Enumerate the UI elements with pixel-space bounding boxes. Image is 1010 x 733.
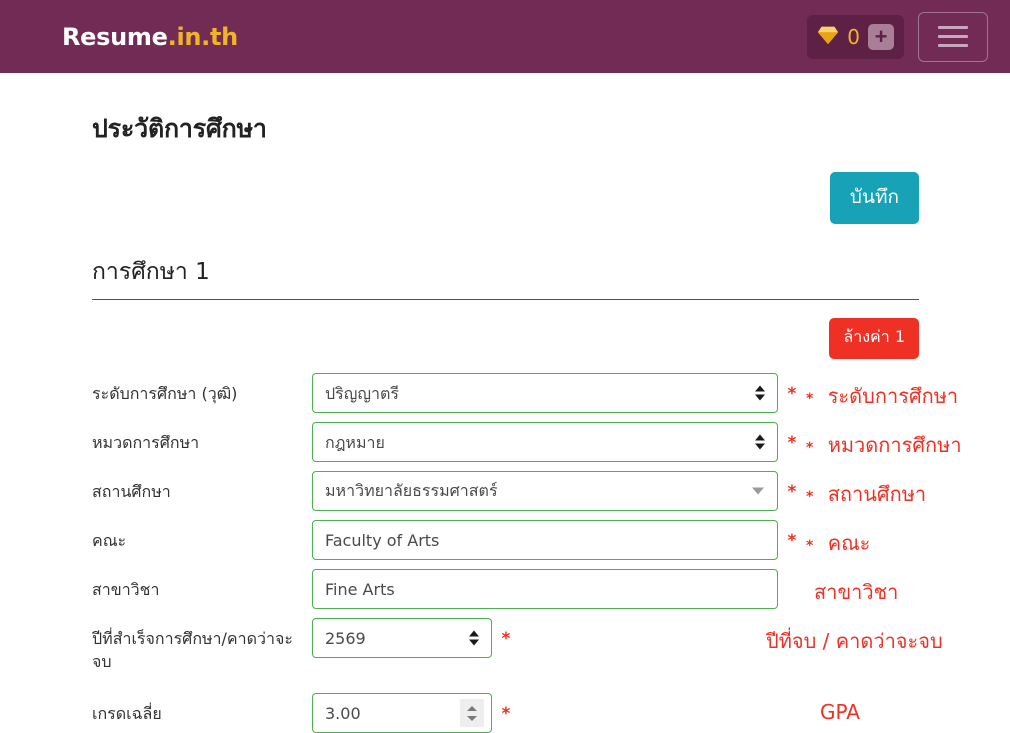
form-row-education-category: หมวดการศึกษา กฎหมาย * * หมวดการศึกษา — [92, 422, 1010, 462]
required-marker-graduation-year: * — [501, 629, 511, 649]
save-button-row: บันทึก — [92, 172, 919, 224]
form-row-education-level: ระดับการศึกษา (วุฒิ) ปริญญาตรี * * ระดับ… — [92, 373, 1010, 413]
institution-select[interactable] — [312, 471, 778, 511]
gem-icon — [817, 24, 839, 50]
annotation-major: สาขาวิชา — [806, 569, 898, 608]
clear-form-button[interactable]: ล้างค่า 1 — [829, 318, 919, 359]
brand-logo[interactable]: Resume.in.th — [62, 23, 238, 51]
page-title: ประวัติการศึกษา — [92, 114, 267, 143]
plus-icon: + — [874, 23, 888, 49]
annotation-graduation-year: ปีที่จบ / คาดว่าจะจบ — [766, 618, 943, 657]
faculty-input[interactable] — [312, 520, 778, 560]
credit-count: 0 — [847, 24, 860, 49]
annotation-education-category: * หมวดการศึกษา — [806, 422, 962, 461]
navbar-right-group: 0 + — [807, 11, 988, 62]
form-row-graduation-year: ปีที่สำเร็จการศึกษา/คาดว่าจะจบ 2569 * ปี… — [92, 618, 1010, 673]
brand-name: Resume — [62, 22, 168, 51]
hamburger-icon-line-3 — [938, 44, 968, 47]
field-graduation-year: 2569 — [312, 618, 492, 658]
annotation-education-level: * ระดับการศึกษา — [806, 373, 958, 412]
major-input[interactable] — [312, 569, 778, 609]
annotation-text-major: สาขาวิชา — [814, 580, 899, 604]
form-row-major: สาขาวิชา สาขาวิชา — [92, 569, 1010, 609]
required-marker-gpa: * — [501, 704, 511, 725]
field-education-category: กฎหมาย — [312, 422, 778, 462]
annotation-star-education-level: * — [806, 391, 814, 407]
annotation-gpa: GPA — [820, 693, 860, 724]
annotation-text-gpa: GPA — [820, 700, 860, 725]
annotation-star-education-category: * — [806, 440, 814, 456]
annotation-text-faculty: คณะ — [827, 531, 871, 555]
hamburger-icon-line-2 — [938, 35, 968, 38]
field-gpa — [312, 693, 492, 733]
graduation-year-select[interactable]: 2569 — [312, 618, 492, 658]
hamburger-menu-button[interactable] — [918, 11, 988, 62]
annotation-text-education-category: หมวดการศึกษา — [827, 433, 962, 457]
annotation-star-institution: * — [806, 489, 814, 505]
education-level-select[interactable]: ปริญญาตรี — [312, 373, 778, 413]
label-faculty: คณะ — [92, 531, 127, 550]
field-faculty — [312, 520, 778, 560]
label-education-level: ระดับการศึกษา (วุฒิ) — [92, 384, 238, 403]
form-row-gpa: เกรดเฉลี่ย * GPA — [92, 693, 1010, 733]
education-category-select[interactable]: กฎหมาย — [312, 422, 778, 462]
form-row-faculty: คณะ * * คณะ — [92, 520, 1010, 560]
label-gpa: เกรดเฉลี่ย — [92, 704, 162, 724]
add-credit-button[interactable]: + — [868, 23, 894, 50]
annotation-star-faculty: * — [806, 538, 814, 554]
field-major — [312, 569, 778, 609]
page-content: ประวัติการศึกษา บันทึก การศึกษา 1 ล้างค่… — [0, 109, 1010, 733]
label-education-category: หมวดการศึกษา — [92, 433, 200, 452]
save-button[interactable]: บันทึก — [829, 172, 919, 224]
education-form: ระดับการศึกษา (วุฒิ) ปริญญาตรี * * ระดับ… — [92, 373, 1010, 733]
gpa-input[interactable] — [312, 693, 492, 733]
annotation-faculty: * คณะ — [806, 520, 870, 559]
annotation-text-institution: สถานศึกษา — [827, 482, 927, 506]
required-marker-education-category: * — [787, 433, 797, 453]
required-marker-institution: * — [787, 482, 797, 502]
label-graduation-year: ปีที่สำเร็จการศึกษา/คาดว่าจะจบ — [92, 629, 293, 672]
label-major: สาขาวิชา — [92, 580, 160, 599]
section-title: การศึกษา 1 — [92, 254, 919, 300]
top-navbar: Resume.in.th 0 + — [0, 0, 1010, 73]
form-row-institution: สถานศึกษา * * สถานศึกษา — [92, 471, 1010, 511]
field-education-level: ปริญญาตรี — [312, 373, 778, 413]
annotation-text-graduation-year: ปีที่จบ / คาดว่าจะจบ — [766, 629, 943, 653]
brand-tld: .in.th — [167, 22, 239, 51]
required-marker-education-level: * — [787, 384, 797, 404]
clear-button-row: ล้างค่า 1 — [92, 318, 919, 359]
required-marker-faculty: * — [787, 531, 797, 551]
label-institution: สถานศึกษา — [92, 482, 171, 501]
annotation-institution: * สถานศึกษา — [806, 471, 926, 510]
field-institution — [312, 471, 778, 511]
credit-balance-box[interactable]: 0 + — [807, 14, 904, 59]
hamburger-icon-line-1 — [938, 26, 968, 29]
annotation-text-education-level: ระดับการศึกษา — [827, 384, 959, 408]
